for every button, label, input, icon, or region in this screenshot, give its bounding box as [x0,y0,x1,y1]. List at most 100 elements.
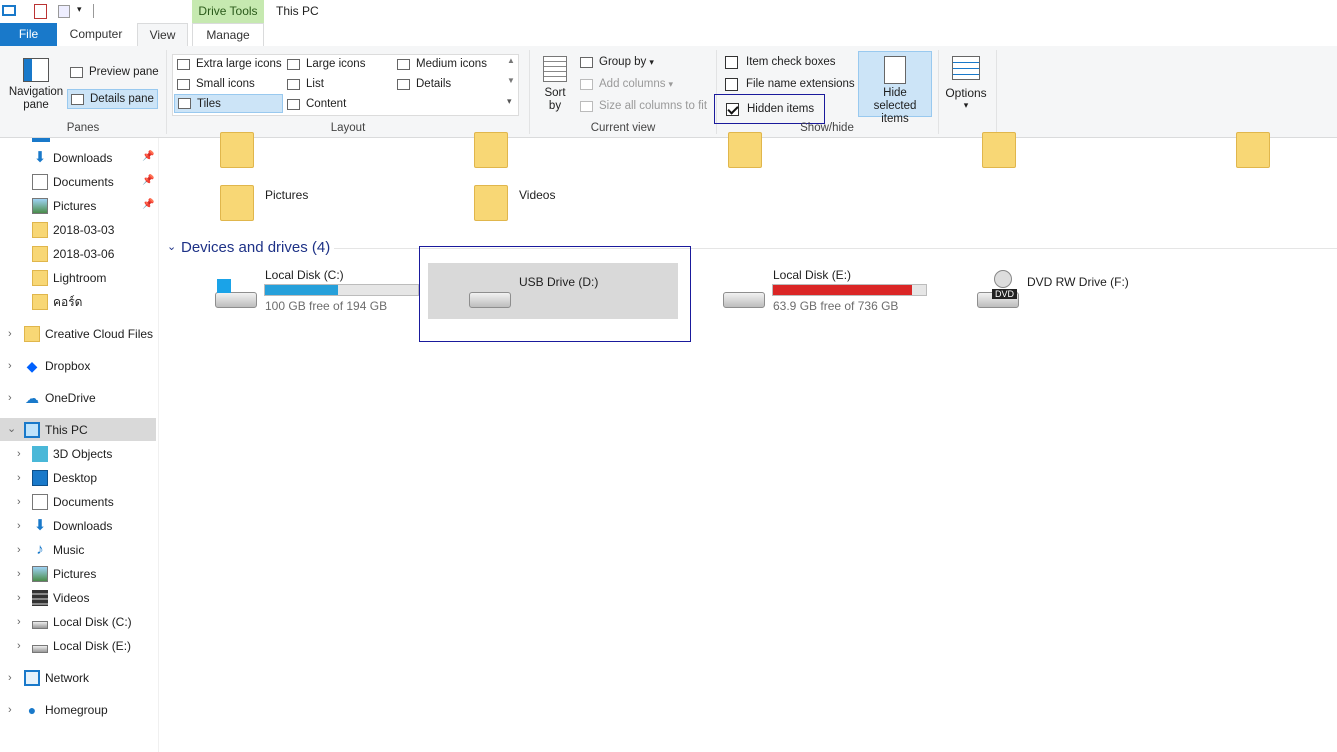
navigation-pane-button[interactable]: Navigation pane [6,52,66,116]
pictures-folder-icon[interactable] [220,185,254,221]
nav-item-downloads[interactable]: ⬇ Downloads [32,515,113,537]
checkbox-checked[interactable] [726,102,739,116]
nav-item-dropbox[interactable]: ◆ Dropbox [24,355,91,377]
nav-item-onedrive[interactable]: ☁ OneDrive [24,387,96,409]
documents-folder-icon[interactable] [728,132,762,168]
drive-c-name[interactable]: Local Disk (C:) [265,268,344,282]
3d-objects-folder-icon[interactable] [220,132,254,168]
file-name-extensions-toggle[interactable]: File name extensions [725,76,855,92]
checkbox[interactable] [725,55,738,69]
drive-icon[interactable] [723,292,765,308]
chevron-right-icon[interactable]: › [17,640,21,652]
disc-icon [994,270,1012,288]
nav-item-homegroup[interactable]: ● Homegroup [24,699,108,721]
nav-item-local-disk-c[interactable]: Local Disk (C:) [32,611,132,633]
layout-tiles[interactable]: Tiles [174,94,283,113]
nav-item-pictures[interactable]: Pictures [32,563,96,585]
chevron-right-icon[interactable]: › [17,544,21,556]
nav-item-folder[interactable]: 2018-03-03 [32,219,114,241]
folder-icon [32,294,48,310]
quick-access-dropdown-icon[interactable]: ▾ [77,4,82,15]
folder-tile-pictures[interactable]: Pictures [265,188,308,202]
layout-small-icons[interactable]: Small icons [177,76,255,92]
drive-c-usage-bar [264,284,419,296]
chevron-right-icon[interactable]: › [17,448,21,460]
pin-icon[interactable]: 📌 [142,199,154,210]
chevron-right-icon[interactable]: › [17,472,21,484]
nav-item-3d-objects[interactable]: 3D Objects [32,443,112,465]
chevron-right-icon[interactable]: › [8,360,12,372]
nav-item-local-disk-e[interactable]: Local Disk (E:) [32,635,131,657]
tab-file[interactable]: File [0,23,57,46]
add-columns-button[interactable]: Add columns ▾ [580,76,673,92]
music-folder-icon[interactable] [1236,132,1270,168]
details-pane-button[interactable]: Details pane [67,89,158,109]
nav-item-folder[interactable]: 2018-03-06 [32,243,114,265]
layout-medium-icons[interactable]: Medium icons [397,56,487,72]
layout-content[interactable]: Content [287,96,346,112]
nav-item-folder[interactable]: Lightroom [32,267,106,289]
windows-drive-icon[interactable] [215,292,257,308]
nav-item-folder[interactable]: คอร์ด [32,291,82,313]
layout-large-icons[interactable]: Large icons [287,56,365,72]
navigation-pane-icon [23,58,49,82]
checkbox[interactable] [725,77,738,91]
nav-item-documents[interactable]: Documents [32,171,114,193]
nav-item-documents[interactable]: Documents [32,491,114,513]
chevron-right-icon[interactable]: › [17,520,21,532]
devices-and-drives-header[interactable]: Devices and drives (4) [181,239,330,256]
nav-item-downloads[interactable]: ⬇ Downloads [32,147,113,169]
drive-d-tile-selected[interactable] [428,263,678,319]
chevron-right-icon[interactable]: › [17,568,21,580]
nav-item-pictures[interactable]: Pictures [32,195,96,217]
downloads-folder-icon[interactable] [982,132,1016,168]
nav-item-network[interactable]: Network [24,667,89,689]
chevron-right-icon[interactable]: › [8,392,12,404]
nav-item-this-pc[interactable]: This PC [24,419,88,441]
hide-selected-items-button[interactable]: Hide selected items [858,51,932,125]
collapse-chevron-icon[interactable]: ⌄ [167,240,176,253]
chevron-down-icon: ▾ [963,100,969,110]
layout-scroll-up-icon[interactable]: ▲ [507,56,515,65]
layout-list[interactable]: List [287,76,324,92]
properties-icon[interactable] [34,4,47,19]
folder-tile-videos[interactable]: Videos [519,188,555,202]
usb-drive-icon[interactable] [469,292,511,308]
desktop-folder-icon[interactable] [474,132,508,168]
nav-item-videos[interactable]: Videos [32,587,89,609]
scrolled-item-icon [32,138,50,142]
group-by-label: Group by [599,56,647,68]
chevron-right-icon[interactable]: › [17,616,21,628]
chevron-down-icon[interactable]: ⌄ [7,422,16,435]
item-check-boxes-toggle[interactable]: Item check boxes [725,54,835,70]
new-folder-icon[interactable] [58,5,70,18]
pin-icon[interactable]: 📌 [142,151,154,162]
hidden-items-toggle[interactable]: Hidden items [714,94,825,124]
group-by-button[interactable]: Group by ▾ [580,54,654,70]
chevron-right-icon[interactable]: › [8,704,12,716]
nav-item-music[interactable]: ♪ Music [32,539,84,561]
drive-f-name[interactable]: DVD RW Drive (F:) [1027,275,1129,289]
layout-extra-large-icons[interactable]: Extra large icons [177,56,282,72]
chevron-right-icon[interactable]: › [8,672,12,684]
layout-details[interactable]: Details [397,76,451,92]
drive-e-name[interactable]: Local Disk (E:) [773,268,851,282]
drive-d-name[interactable]: USB Drive (D:) [519,275,598,289]
layout-expand-icon[interactable]: ▾ [507,96,512,107]
videos-folder-icon[interactable] [474,185,508,221]
chevron-right-icon[interactable]: › [17,592,21,604]
layout-scroll-down-icon[interactable]: ▼ [507,76,515,85]
tab-manage[interactable]: Manage [192,23,264,46]
chevron-right-icon[interactable]: › [8,328,12,340]
size-all-columns-button[interactable]: Size all columns to fit [580,98,707,114]
desktop-icon [32,470,48,486]
tab-computer[interactable]: Computer [60,23,132,46]
nav-item-creative-cloud[interactable]: Creative Cloud Files [24,323,153,345]
preview-pane-button[interactable]: Preview pane [70,63,159,81]
chevron-right-icon[interactable]: › [17,496,21,508]
sort-by-button[interactable]: Sort by [538,54,572,116]
pin-icon[interactable]: 📌 [142,175,154,186]
nav-item-desktop[interactable]: Desktop [32,467,97,489]
options-button[interactable]: Options ▾ [943,52,989,116]
tab-view[interactable]: View [137,23,188,46]
